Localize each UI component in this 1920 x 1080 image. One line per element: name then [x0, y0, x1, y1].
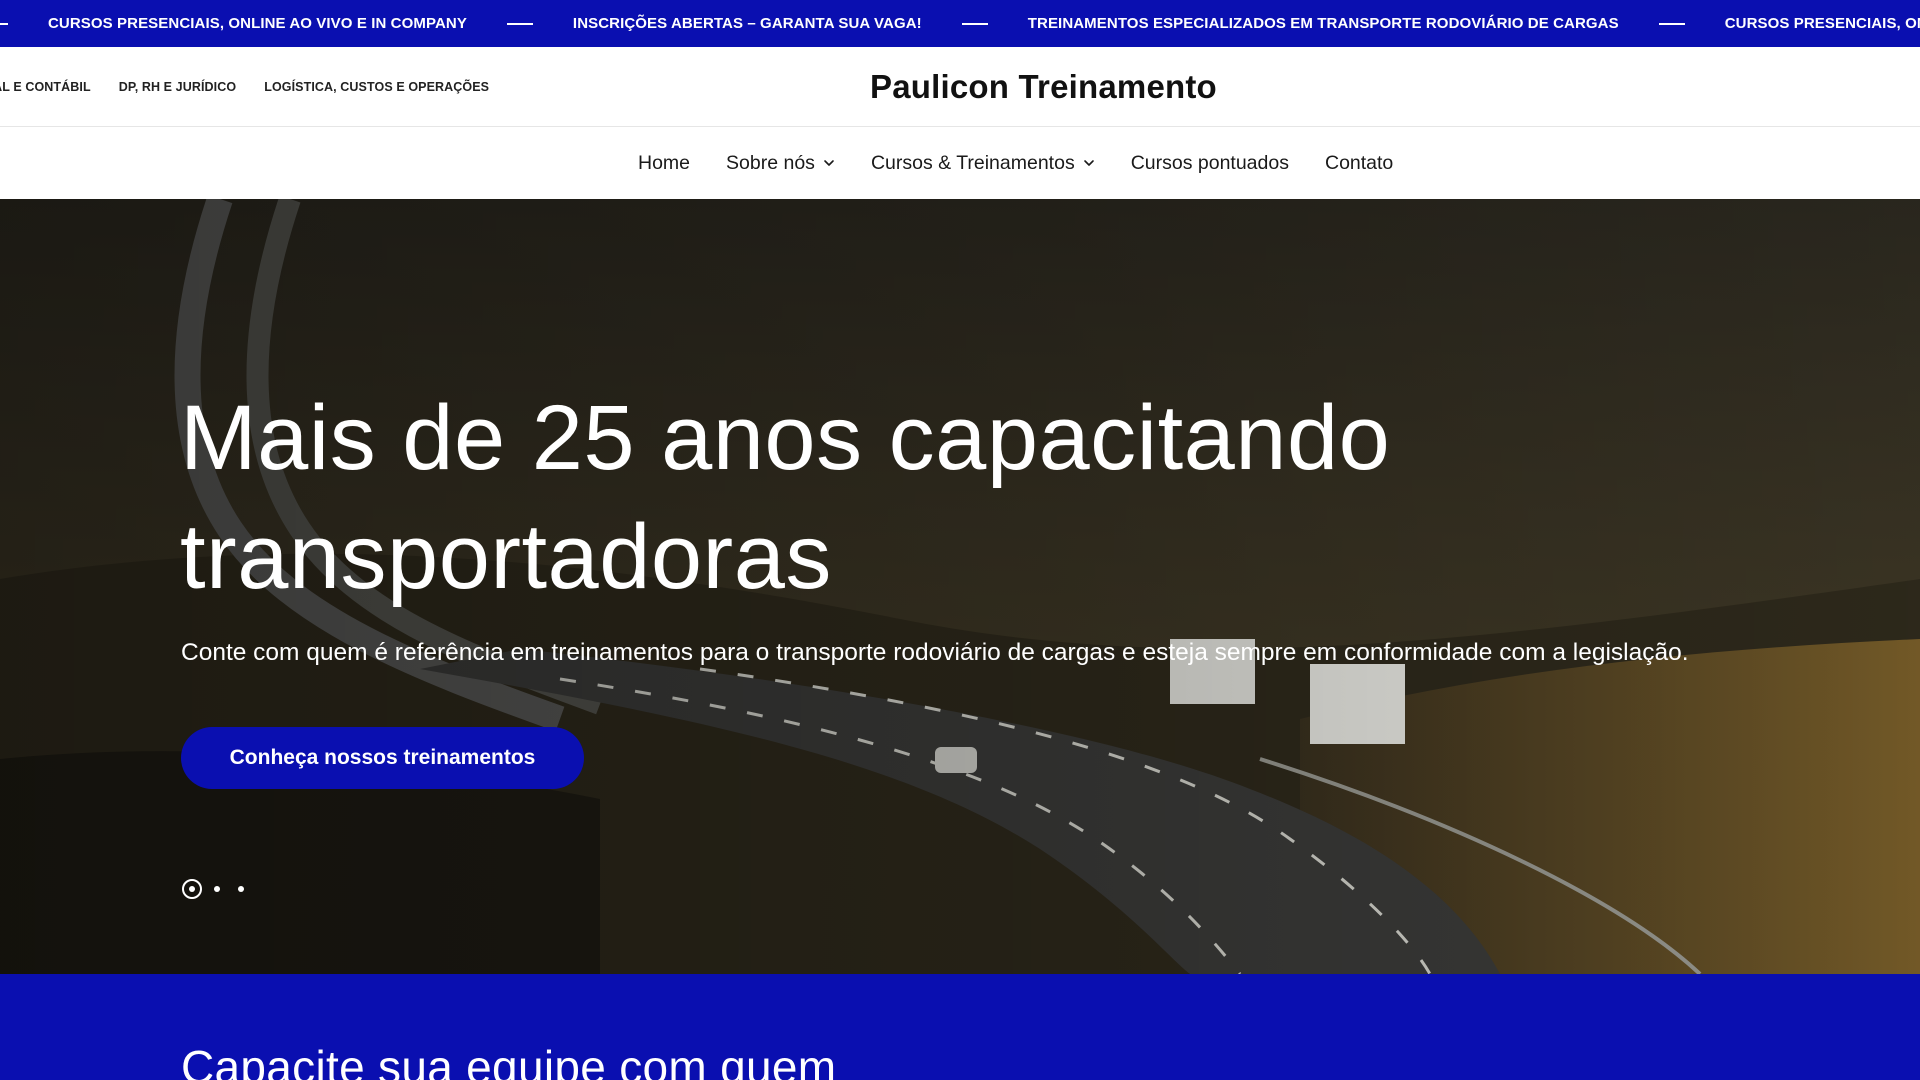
nav-contato[interactable]: Contato: [1325, 152, 1393, 175]
nav-pontuados-label: Cursos pontuados: [1130, 151, 1289, 174]
chevron-down-icon: [824, 160, 834, 166]
hero-title: Mais de 25 anos capacitando transportado…: [180, 387, 1391, 608]
intro-section: Capacite sua equipe com quem: [0, 974, 1920, 1080]
hero-slider: Mais de 25 anos capacitando transportado…: [0, 199, 1920, 974]
nav-cursos-label: Cursos & Treinamentos: [870, 151, 1075, 174]
slide-dot-3[interactable]: [238, 886, 244, 892]
nav-contato-label: Contato: [1324, 151, 1394, 174]
slide-dot-2[interactable]: [214, 886, 220, 892]
nav-cursos-pontuados[interactable]: Cursos pontuados: [1131, 152, 1289, 175]
nav-sobre-label: Sobre nós: [726, 151, 815, 174]
separator-line: [961, 22, 988, 25]
category-links: CAL E CONTÁBIL DP, RH E JURÍDICO LOGÍSTI…: [0, 47, 517, 127]
category-link-logistica[interactable]: LOGÍSTICA, CUSTOS E OPERAÇÕES: [264, 80, 489, 94]
announcement-item: INSCRIÇÕES ABERTAS – GARANTA SUA VAGA!: [572, 15, 922, 32]
announcement-track: CURSOS PRESENCIAIS, ONLINE AO VIVO E IN …: [0, 0, 1920, 47]
announcement-item: CURSOS PRESENCIAIS, ONLINE AO VIVO E IN …: [48, 15, 467, 32]
main-nav: Home Sobre nós Cursos & Treinamentos Cur…: [0, 127, 1920, 199]
slide-dot-1[interactable]: [182, 879, 202, 899]
category-link-fiscal-contabil[interactable]: CAL E CONTÁBIL: [0, 80, 91, 94]
separator-line: [0, 22, 8, 25]
hero-subtitle: Conte com quem é referência em treinamen…: [181, 639, 1689, 666]
nav-sobre-nos[interactable]: Sobre nós: [726, 152, 835, 175]
nav-home[interactable]: Home: [638, 152, 690, 175]
nav-home-label: Home: [638, 151, 691, 174]
slider-pagination: [182, 879, 262, 899]
announcement-item: TREINAMENTOS ESPECIALIZADOS EM TRANSPORT…: [1027, 15, 1619, 32]
site-header: CAL E CONTÁBIL DP, RH E JURÍDICO LOGÍSTI…: [0, 47, 1920, 127]
announcement-bar: CURSOS PRESENCIAIS, ONLINE AO VIVO E IN …: [0, 0, 1920, 47]
cta-button[interactable]: Conheça nossos treinamentos: [181, 727, 584, 789]
section-heading: Capacite sua equipe com quem: [181, 1041, 837, 1080]
category-link-dp-rh-juridico[interactable]: DP, RH E JURÍDICO: [119, 80, 236, 94]
separator-line: [1658, 22, 1685, 25]
nav-cursos-treinamentos[interactable]: Cursos & Treinamentos: [871, 152, 1095, 175]
announcement-item: CURSOS PRESENCIAIS, ON: [1724, 15, 1920, 32]
separator-line: [506, 22, 533, 25]
chevron-down-icon: [1083, 160, 1094, 166]
site-logo-text[interactable]: Paulicon Treinamento: [870, 47, 1217, 127]
